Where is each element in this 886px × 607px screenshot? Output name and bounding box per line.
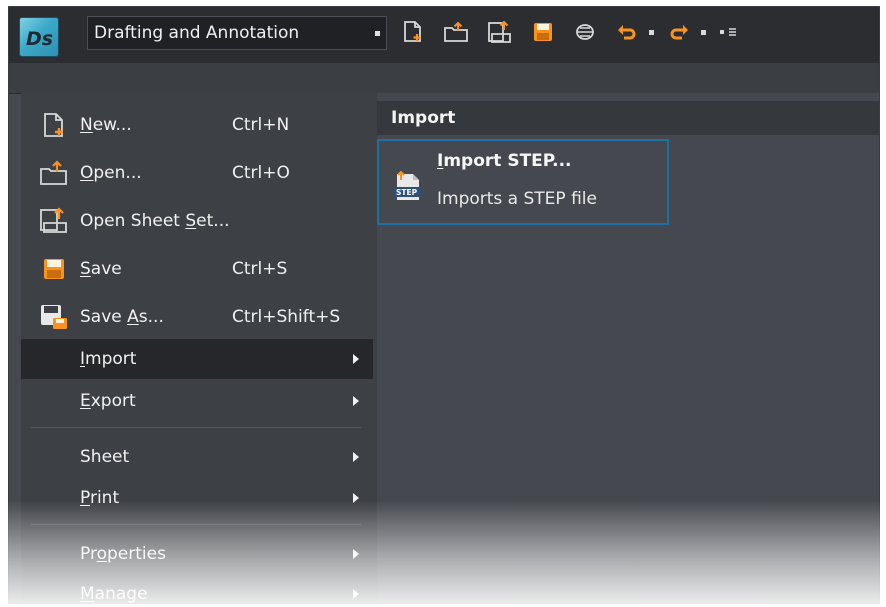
open-folder-icon: [39, 158, 69, 188]
save-icon: [39, 254, 69, 284]
application-menu: New... Ctrl+N Open... Ctrl+O Open Sheet …: [21, 93, 378, 603]
menu-item-open[interactable]: Open... Ctrl+O: [21, 153, 373, 193]
qa-customize-button[interactable]: [713, 17, 743, 47]
menu-label-import: Import: [80, 349, 137, 369]
shortcut-save-as: Ctrl+Shift+S: [232, 307, 341, 327]
menu-item-open-sheet-set[interactable]: Open Sheet Set...: [21, 201, 373, 241]
submenu-arrow-icon: [353, 589, 359, 599]
new-file-icon: [404, 21, 421, 42]
qa-new-button[interactable]: [399, 17, 427, 47]
undo-icon: [618, 25, 636, 40]
submenu-arrow-icon: [353, 549, 359, 559]
menu-item-properties[interactable]: Properties: [21, 534, 373, 574]
qa-redo-button[interactable]: [665, 17, 693, 47]
redo-icon: [670, 25, 688, 40]
menu-label-export: Export: [80, 391, 136, 411]
menu-label-save-as: Save As...: [80, 307, 164, 327]
submenu-panel: Import STEP Import STEP... Imports a STE…: [377, 93, 879, 603]
menu-separator: [31, 427, 361, 428]
submenu-arrow-icon: [353, 396, 359, 406]
save-icon: [534, 23, 552, 41]
qa-print-button[interactable]: [571, 17, 599, 47]
menu-label-open: Open...: [80, 163, 142, 183]
step-file-icon: STEP: [391, 169, 425, 203]
menu-item-export[interactable]: Export: [21, 381, 373, 421]
new-file-icon: [39, 110, 69, 140]
qa-open-sheet-set-button[interactable]: [485, 17, 515, 47]
menu-item-print[interactable]: Print: [21, 478, 373, 518]
menu-label-print: Print: [80, 488, 120, 508]
import-step-description: Imports a STEP file: [437, 189, 597, 209]
workspace-dropdown[interactable]: Drafting and Annotation: [87, 16, 387, 50]
shortcut-open: Ctrl+O: [232, 163, 290, 183]
panel-header: Import: [377, 101, 879, 135]
step-icon-text: STEP: [396, 188, 418, 197]
title-bar: Ds Drafting and Annotation: [9, 7, 879, 63]
shortcut-new: Ctrl+N: [232, 115, 290, 135]
menu-label-new: New...: [80, 115, 132, 135]
ds-logo-icon: Ds: [26, 28, 53, 50]
print-icon: [576, 24, 594, 40]
import-step-button[interactable]: STEP Import STEP... Imports a STEP file: [377, 139, 669, 225]
shortcut-save: Ctrl+S: [232, 259, 288, 279]
workspace-value: Drafting and Annotation: [94, 23, 300, 43]
save-as-icon: [39, 302, 69, 332]
submenu-arrow-icon: [353, 354, 359, 364]
qa-save-button[interactable]: [529, 17, 557, 47]
open-sheet-set-icon: [39, 206, 69, 236]
logo-text: Ds: [26, 28, 53, 50]
submenu-arrow-icon: [353, 452, 359, 462]
menu-label-sheet: Sheet: [80, 447, 130, 467]
open-folder-icon: [444, 21, 468, 42]
chevron-down-icon: [375, 31, 380, 36]
undo-dropdown-icon[interactable]: [649, 30, 654, 35]
menu-label-open-sheet-set: Open Sheet Set...: [80, 211, 230, 231]
submenu-arrow-icon: [353, 493, 359, 503]
customize-dropdown-icon: [720, 28, 736, 36]
import-step-title: Import STEP...: [437, 151, 572, 171]
menu-item-save[interactable]: Save Ctrl+S: [21, 249, 373, 289]
menu-item-import[interactable]: Import: [21, 339, 373, 379]
qa-undo-button[interactable]: [613, 17, 641, 47]
redo-dropdown-icon[interactable]: [701, 30, 706, 35]
application-window: Ds Drafting and Annotation New... Ctrl+N…: [8, 6, 880, 604]
app-logo[interactable]: Ds: [19, 17, 59, 57]
ribbon-strip: [9, 63, 879, 94]
menu-separator: [31, 524, 361, 525]
menu-item-manage[interactable]: Manage: [21, 574, 373, 604]
menu-item-sheet[interactable]: Sheet: [21, 437, 373, 477]
menu-label-properties: Properties: [80, 544, 166, 564]
open-sheet-set-icon: [488, 20, 511, 43]
menu-label-save: Save: [80, 259, 122, 279]
menu-item-new[interactable]: New... Ctrl+N: [21, 105, 373, 145]
menu-item-save-as[interactable]: Save As... Ctrl+Shift+S: [21, 297, 373, 337]
qa-open-button[interactable]: [441, 17, 471, 47]
menu-label-manage: Manage: [80, 584, 148, 604]
